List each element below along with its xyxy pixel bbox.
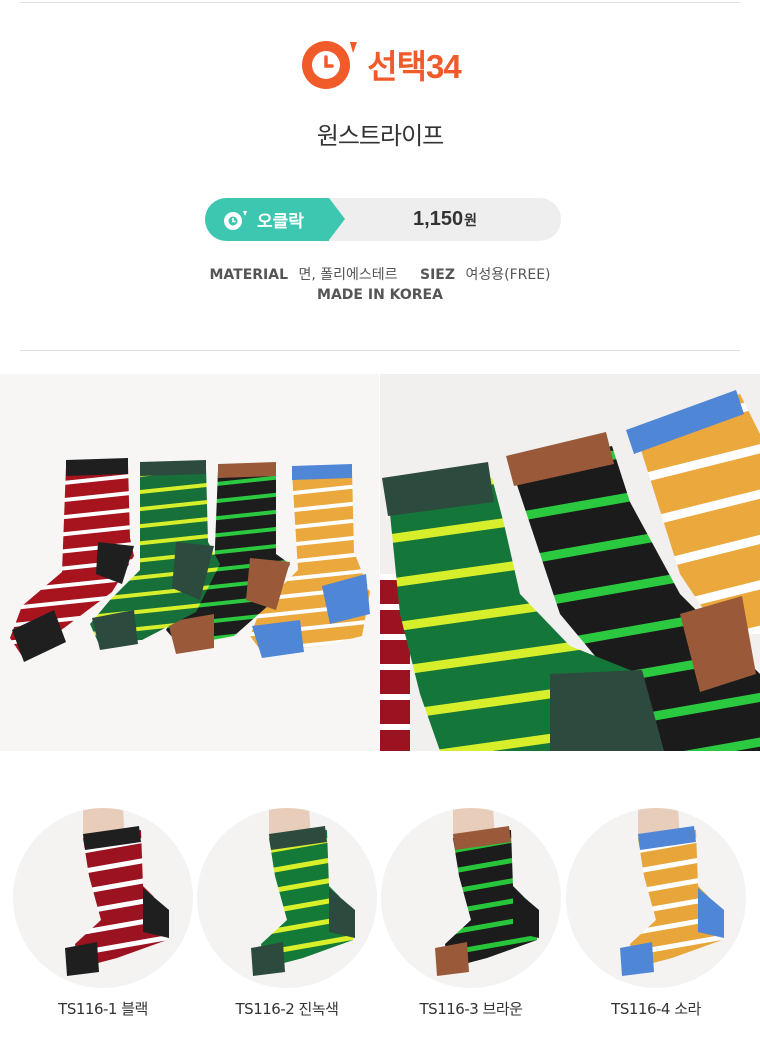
brand-logo: 선택34 xyxy=(0,36,760,92)
variant-label-3: TS116-3 브라운 xyxy=(419,1000,523,1018)
variant-swatch-2[interactable] xyxy=(197,808,377,988)
variant-swatch-3[interactable] xyxy=(381,808,561,988)
clock-icon xyxy=(302,41,358,89)
price-amount: 1,150 xyxy=(413,208,464,230)
variant-label-4: TS116-4 소라 xyxy=(611,1000,701,1018)
material-value: 면, 폴리에스테르 xyxy=(298,267,398,283)
product-photo-closeup xyxy=(380,374,760,751)
sock-darkgreen-image xyxy=(251,808,355,976)
section-divider xyxy=(20,350,740,351)
size-value: 여성용(FREE) xyxy=(465,267,551,283)
price-bar: 오클락 1,150 원 xyxy=(205,198,561,241)
price-unit: 원 xyxy=(464,212,477,229)
product-photo-group xyxy=(0,374,379,751)
origin-text: MADE IN KOREA xyxy=(317,287,443,303)
product-title: 원스트라이프 xyxy=(316,122,444,150)
socks-group-image xyxy=(10,458,370,662)
variant-swatch-4[interactable] xyxy=(566,808,746,988)
size-label: SIEZ xyxy=(420,267,456,283)
material-label: MATERIAL xyxy=(209,267,289,283)
variant-label-1: TS116-1 블랙 xyxy=(58,1000,148,1018)
variant-label-2: TS116-2 진녹색 xyxy=(235,1000,339,1018)
price-tag-label: 오클락 xyxy=(257,212,304,232)
sock-brown-image xyxy=(435,808,539,976)
clock-badge-icon xyxy=(224,210,247,230)
sock-skyblue-image xyxy=(620,808,724,976)
origin-line: MADE IN KOREA xyxy=(0,287,760,303)
brand-name: 선택34 xyxy=(367,48,461,85)
sock-black-image xyxy=(65,808,169,976)
price-value: 1,150 원 xyxy=(375,198,515,241)
spec-line: MATERIAL 면, 폴리에스테르 SIEZ 여성용(FREE) xyxy=(0,264,760,284)
socks-closeup-image xyxy=(380,390,760,751)
top-divider xyxy=(20,2,740,3)
variant-swatch-1[interactable] xyxy=(13,808,193,988)
price-tag: 오클락 xyxy=(205,198,345,241)
